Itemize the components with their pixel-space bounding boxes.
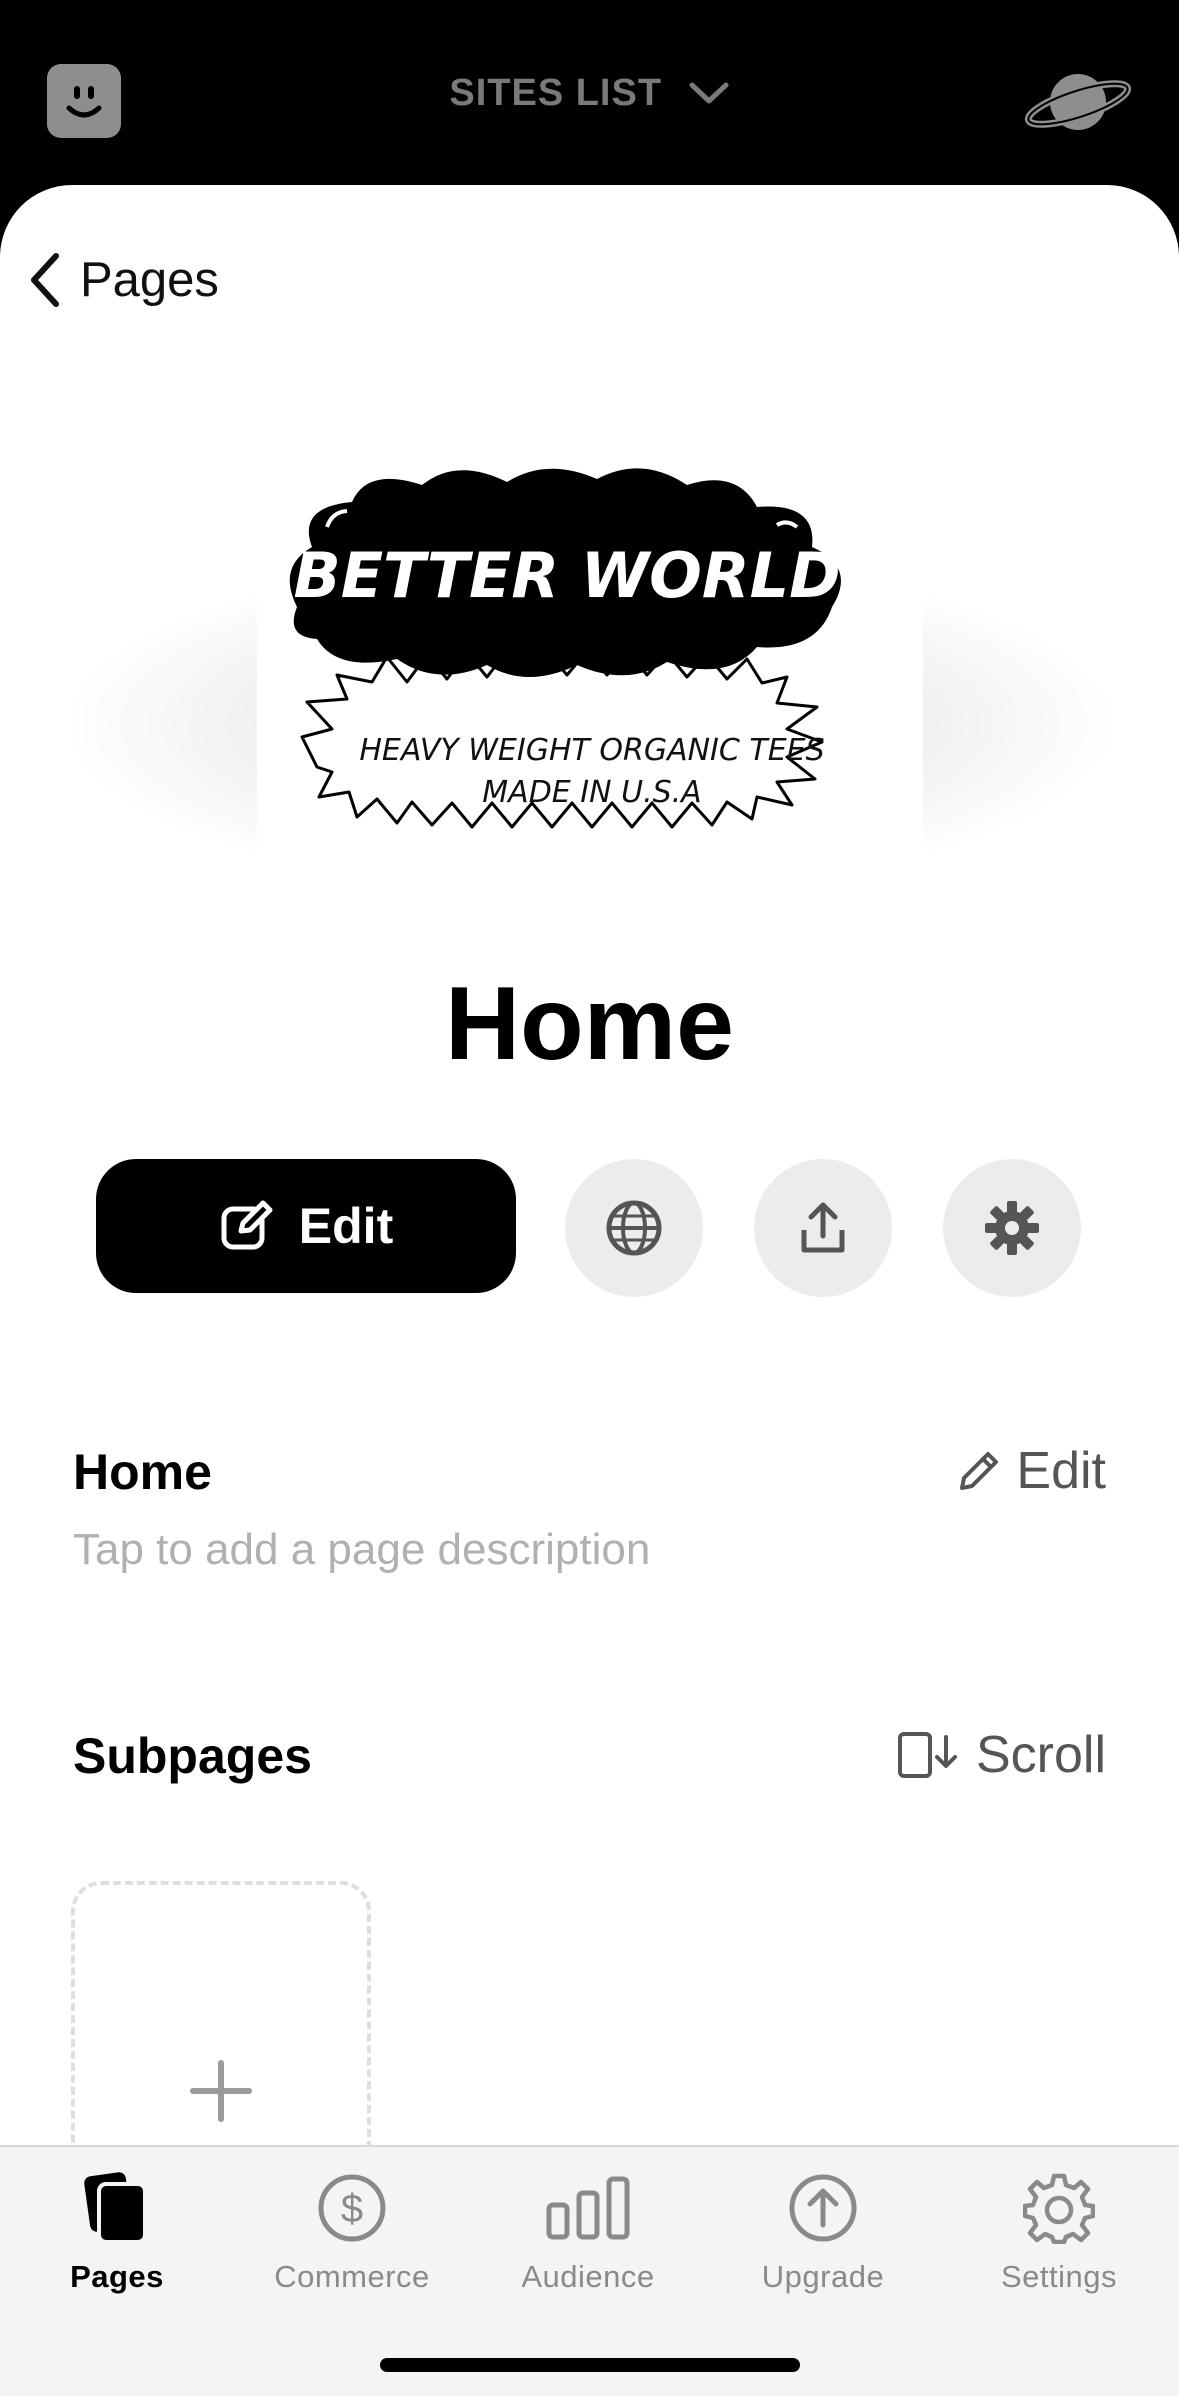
back-label: Pages [80,253,219,307]
tagline-line2: MADE IN U.S.A [482,775,701,810]
preview-card: BETTER WORLD HEAVY WEIGHT ORGANIC TEES M… [257,407,923,891]
share-button[interactable] [754,1159,892,1297]
bar-chart-icon [488,2167,688,2249]
tagline-line1: HEAVY WEIGHT ORGANIC TEES [359,733,824,768]
tab-bar: Pages $ Commerce Audience Upgrade Settin… [0,2145,1179,2396]
gear-icon [959,2167,1159,2249]
edit-details-button[interactable]: Edit [956,1441,1106,1501]
pencil-icon [960,1452,999,1490]
page-actions: Edit [0,1159,1179,1297]
share-icon [801,1202,845,1253]
globe-icon [606,1200,662,1256]
page-name-label: Home [73,1444,212,1500]
chevron-left-icon [31,253,59,307]
tab-settings[interactable]: Settings [959,2167,1159,2295]
page-detail-sheet: Pages BETTER WORLD HEAVY WEIGHT ORGANIC … [0,185,1179,2396]
gear-icon [985,1201,1039,1255]
edit-button-label: Edit [298,1198,394,1254]
tab-settings-label: Settings [1000,2259,1117,2294]
tab-pages-label: Pages [70,2259,164,2294]
edit-details-label: Edit [1016,1442,1106,1500]
subpages-heading: Subpages [73,1728,312,1784]
scroll-toggle-button[interactable]: Scroll [896,1725,1106,1785]
top-bar: SITES LIST [0,0,1179,185]
home-indicator [380,2358,800,2372]
brand-name: BETTER WORLD [293,539,840,612]
tab-upgrade-label: Upgrade [761,2259,885,2294]
edit-square-icon [221,1200,273,1250]
sites-list-label: SITES LIST [449,72,663,114]
publish-globe-button[interactable] [565,1159,703,1297]
dollar-icon: $ [252,2167,452,2249]
pages-icon [17,2167,217,2249]
upgrade-icon [723,2167,923,2249]
page-description-field[interactable]: Tap to add a page description [73,1525,650,1575]
scroll-label: Scroll [975,1726,1106,1784]
tab-audience-label: Audience [521,2259,655,2294]
chevron-down-icon [688,73,730,116]
scroll-layout-icon [897,1732,957,1778]
back-button[interactable]: Pages [26,245,219,315]
page-title: Home [445,966,734,1082]
page-preview[interactable]: BETTER WORLD HEAVY WEIGHT ORGANIC TEES M… [0,407,1179,891]
tab-upgrade[interactable]: Upgrade [723,2167,923,2295]
tab-audience[interactable]: Audience [488,2167,688,2295]
planet-icon[interactable] [1022,62,1134,142]
svg-text:$: $ [341,2187,363,2231]
plus-icon [190,2060,252,2122]
page-settings-button[interactable] [943,1159,1081,1297]
tab-pages[interactable]: Pages [17,2167,217,2295]
tab-commerce[interactable]: $ Commerce [252,2167,452,2295]
edit-page-button[interactable]: Edit [96,1159,516,1293]
sites-list-dropdown[interactable]: SITES LIST [0,72,1179,116]
tab-commerce-label: Commerce [274,2259,430,2294]
